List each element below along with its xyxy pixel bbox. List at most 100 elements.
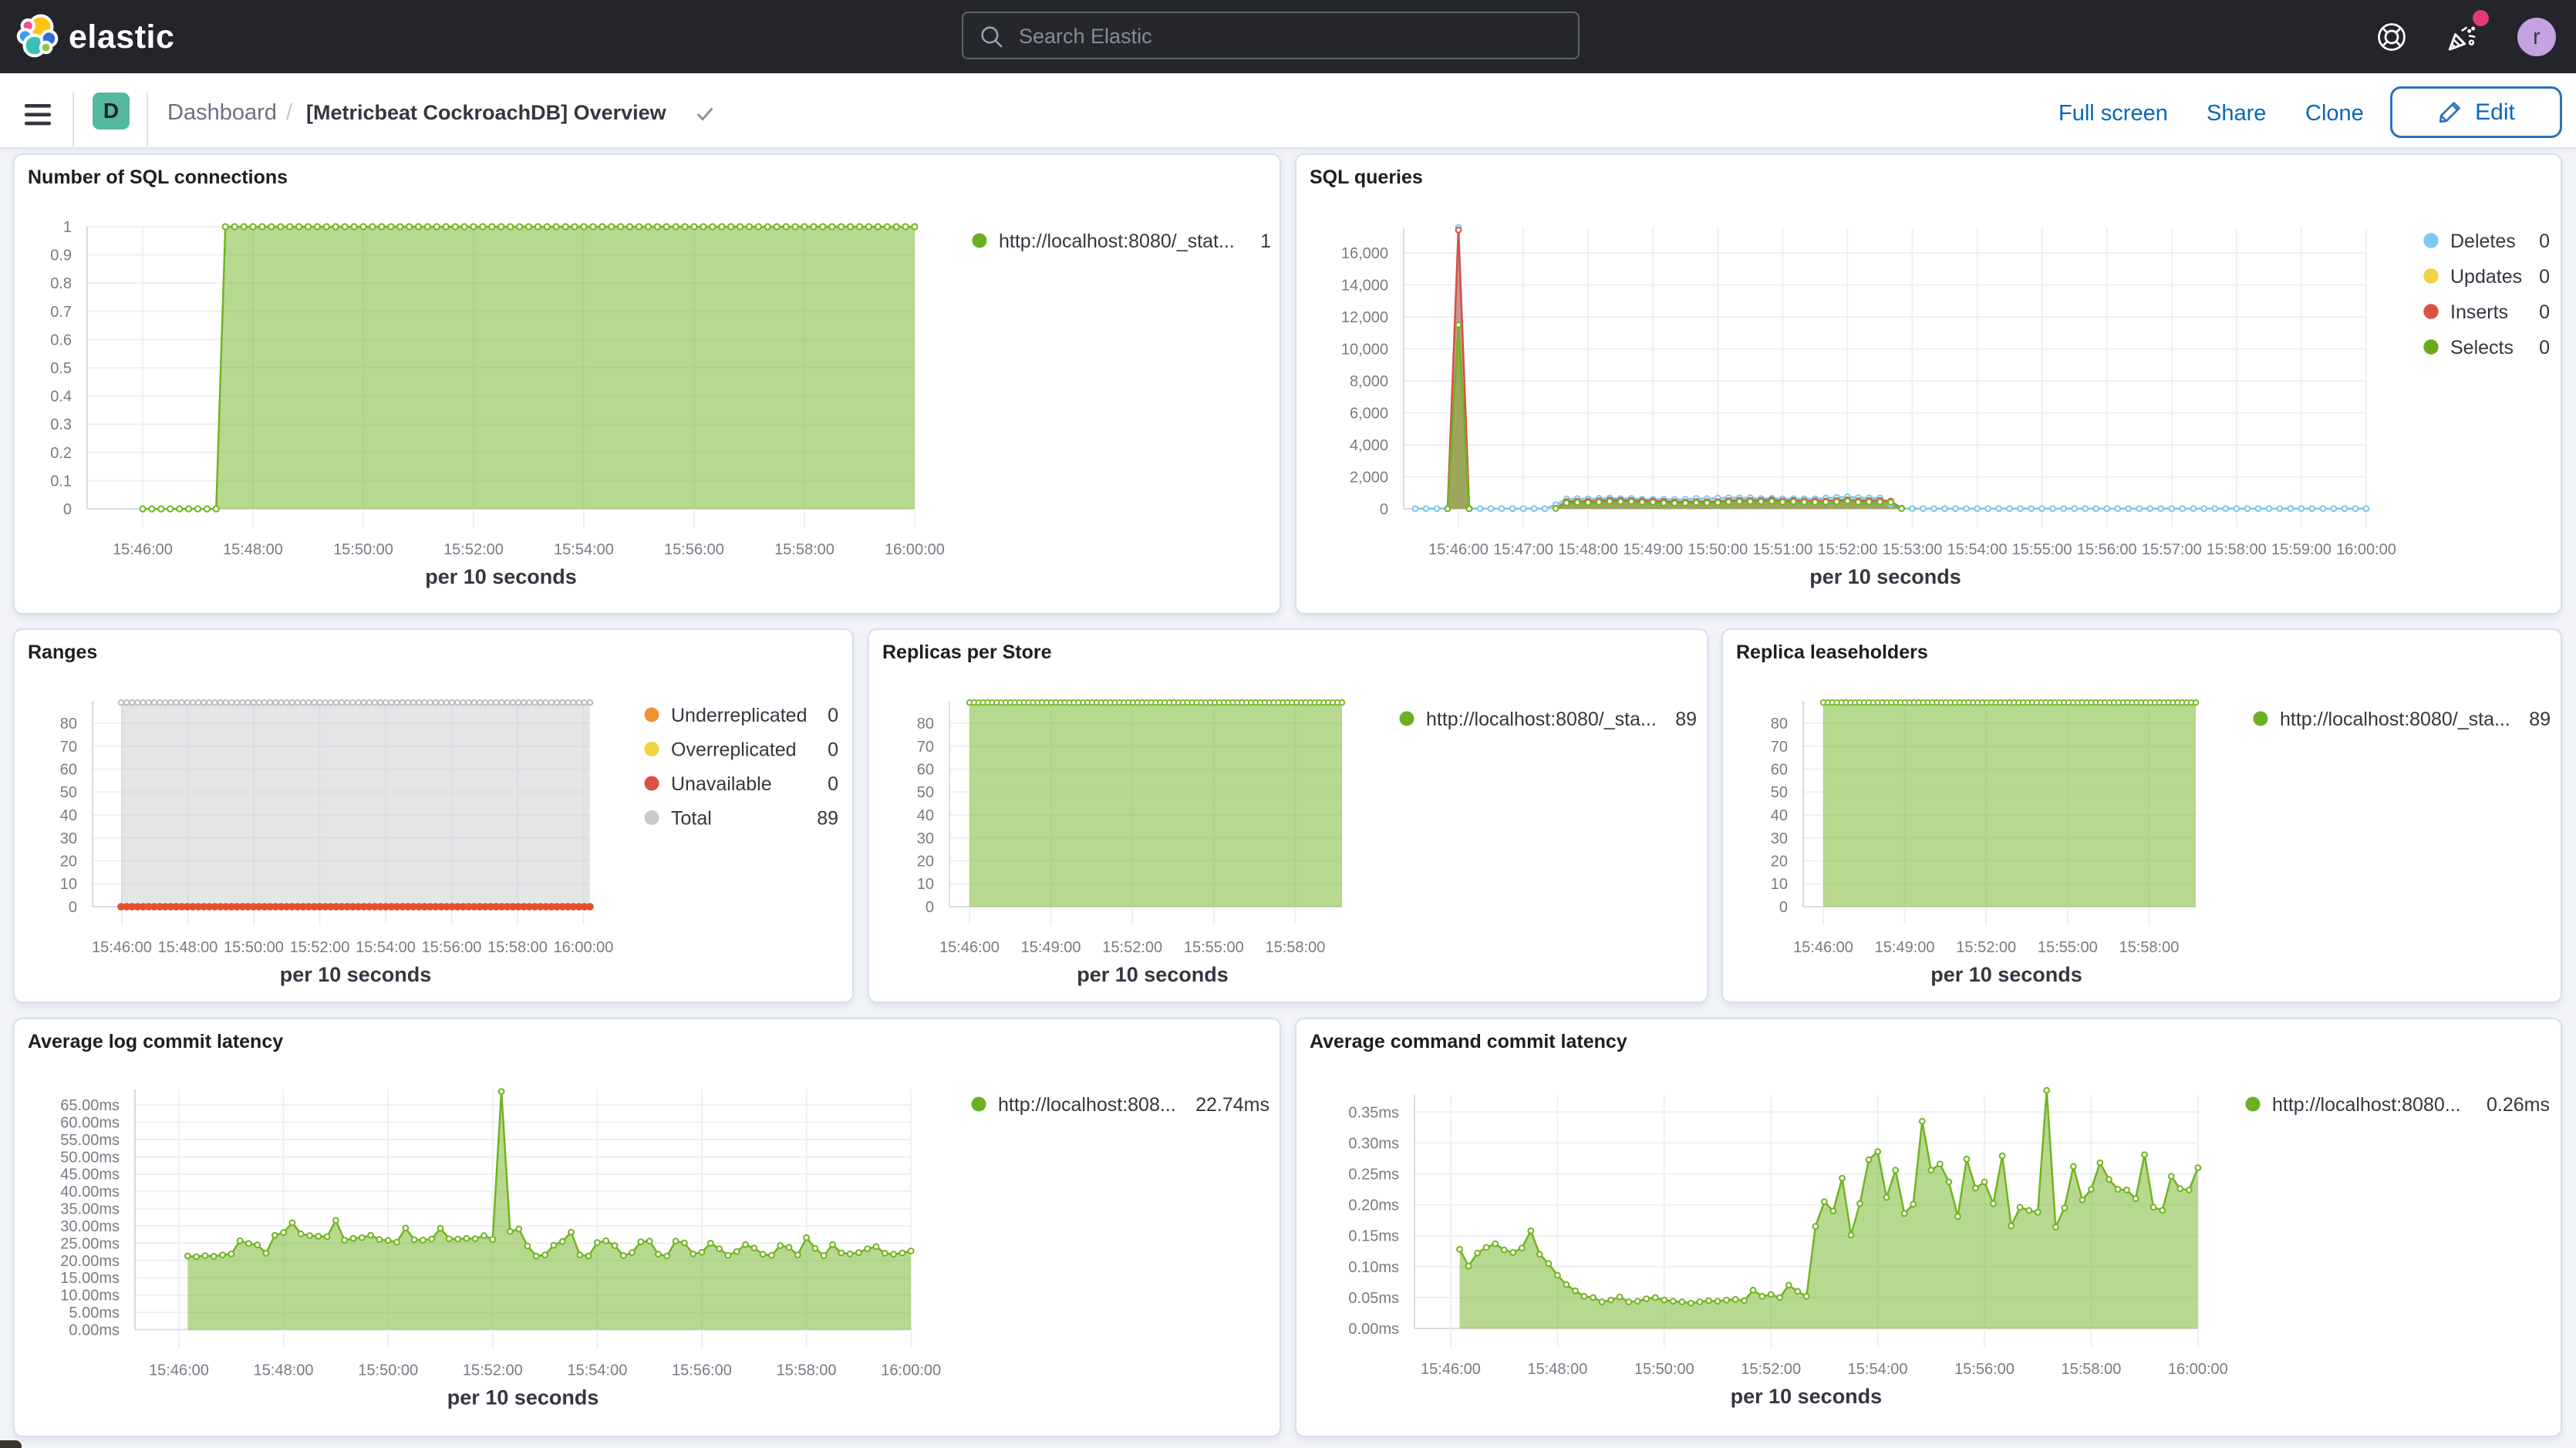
svg-text:0: 0 <box>69 899 77 916</box>
svg-text:Total: Total <box>671 808 712 830</box>
svg-text:16:00:00: 16:00:00 <box>881 1362 941 1379</box>
svg-text:10: 10 <box>917 876 934 893</box>
svg-text:Replicas per Store: Replicas per Store <box>882 641 1052 663</box>
svg-text:0.20ms: 0.20ms <box>1348 1197 1399 1214</box>
svg-text:per 10 seconds: per 10 seconds <box>447 1386 599 1409</box>
svg-text:89: 89 <box>2529 709 2551 730</box>
svg-text:16:00:00: 16:00:00 <box>2168 1361 2228 1378</box>
svg-text:0.30ms: 0.30ms <box>1348 1135 1399 1152</box>
svg-text:6,000: 6,000 <box>1350 406 1388 423</box>
svg-text:15:52:00: 15:52:00 <box>1741 1361 1801 1378</box>
svg-text:15:52:00: 15:52:00 <box>290 939 350 956</box>
svg-text:15:48:00: 15:48:00 <box>254 1362 314 1379</box>
svg-text:15:48:00: 15:48:00 <box>1558 541 1618 558</box>
svg-text:25.00ms: 25.00ms <box>60 1235 120 1252</box>
svg-text:Replica leaseholders: Replica leaseholders <box>1736 641 1928 663</box>
svg-text:1: 1 <box>63 219 72 236</box>
svg-text:15:53:00: 15:53:00 <box>1883 541 1943 558</box>
svg-text:0: 0 <box>1779 899 1788 916</box>
svg-text:65.00ms: 65.00ms <box>60 1097 120 1114</box>
svg-text:15:49:00: 15:49:00 <box>1021 939 1081 956</box>
svg-text:0.4: 0.4 <box>50 389 72 406</box>
svg-text:20.00ms: 20.00ms <box>60 1253 120 1270</box>
svg-text:16:00:00: 16:00:00 <box>2336 541 2396 558</box>
svg-text:89: 89 <box>817 808 838 830</box>
svg-text:0.5: 0.5 <box>50 360 72 377</box>
svg-text:15:52:00: 15:52:00 <box>1817 541 1877 558</box>
svg-text:16,000: 16,000 <box>1341 245 1388 262</box>
svg-text:0.6: 0.6 <box>50 332 72 349</box>
svg-text:20: 20 <box>60 854 77 870</box>
svg-text:0.26ms: 0.26ms <box>2487 1094 2550 1116</box>
svg-text:80: 80 <box>60 716 77 732</box>
svg-text:http://localhost:8080/_sta...: http://localhost:8080/_sta... <box>1426 709 1657 730</box>
svg-text:30.00ms: 30.00ms <box>60 1218 120 1235</box>
svg-text:60.00ms: 60.00ms <box>60 1115 120 1132</box>
svg-text:0.05ms: 0.05ms <box>1348 1290 1399 1307</box>
svg-text:15:56:00: 15:56:00 <box>2077 541 2137 558</box>
svg-text:15:46:00: 15:46:00 <box>1421 1361 1481 1378</box>
svg-text:15:51:00: 15:51:00 <box>1752 541 1812 558</box>
svg-text:20: 20 <box>1771 854 1788 870</box>
svg-text:35.00ms: 35.00ms <box>60 1201 120 1218</box>
svg-text:15:56:00: 15:56:00 <box>1954 1361 2015 1378</box>
svg-text:per 10 seconds: per 10 seconds <box>280 963 432 986</box>
svg-text:per 10 seconds: per 10 seconds <box>1077 963 1229 986</box>
svg-text:15:46:00: 15:46:00 <box>1428 541 1489 558</box>
svg-text:Deletes: Deletes <box>2450 231 2516 252</box>
svg-text:4,000: 4,000 <box>1350 437 1388 454</box>
svg-text:0.8: 0.8 <box>50 275 72 292</box>
svg-text:40.00ms: 40.00ms <box>60 1184 120 1200</box>
svg-text:15:46:00: 15:46:00 <box>939 939 1000 956</box>
svg-text:0.2: 0.2 <box>50 445 72 462</box>
svg-text:SQL queries: SQL queries <box>1310 167 1423 188</box>
svg-text:0: 0 <box>1380 501 1388 518</box>
svg-text:8,000: 8,000 <box>1350 373 1388 390</box>
svg-text:http://localhost:808...: http://localhost:808... <box>998 1094 1176 1116</box>
svg-text:15:48:00: 15:48:00 <box>223 541 283 558</box>
svg-text:40: 40 <box>60 807 77 824</box>
svg-text:40: 40 <box>1771 807 1788 824</box>
svg-text:http://localhost:8080...: http://localhost:8080... <box>2272 1094 2461 1116</box>
svg-text:15:55:00: 15:55:00 <box>1184 939 1244 956</box>
svg-text:Overreplicated: Overreplicated <box>671 739 797 761</box>
svg-text:0.35ms: 0.35ms <box>1348 1104 1399 1121</box>
svg-text:per 10 seconds: per 10 seconds <box>1731 1385 1883 1408</box>
svg-text:15:54:00: 15:54:00 <box>1947 541 2008 558</box>
svg-text:0.15ms: 0.15ms <box>1348 1228 1399 1245</box>
svg-text:0: 0 <box>2539 266 2550 288</box>
svg-text:Unavailable: Unavailable <box>671 773 772 795</box>
svg-text:50.00ms: 50.00ms <box>60 1149 120 1166</box>
svg-text:0: 0 <box>2539 337 2550 359</box>
svg-text:15:47:00: 15:47:00 <box>1493 541 1553 558</box>
svg-text:15:58:00: 15:58:00 <box>2061 1361 2121 1378</box>
svg-text:0: 0 <box>828 739 838 761</box>
svg-text:Updates: Updates <box>2450 266 2522 288</box>
svg-text:0: 0 <box>2539 301 2550 323</box>
svg-text:15:50:00: 15:50:00 <box>333 541 393 558</box>
svg-text:10.00ms: 10.00ms <box>60 1288 120 1305</box>
svg-text:0.00ms: 0.00ms <box>69 1322 120 1339</box>
svg-text:15:52:00: 15:52:00 <box>443 541 504 558</box>
svg-text:0: 0 <box>828 773 838 795</box>
svg-text:15:50:00: 15:50:00 <box>224 939 284 956</box>
svg-text:15:46:00: 15:46:00 <box>149 1362 209 1379</box>
svg-text:30: 30 <box>60 830 77 847</box>
svg-text:15:49:00: 15:49:00 <box>1875 939 1935 956</box>
svg-text:10: 10 <box>60 876 77 893</box>
svg-text:10: 10 <box>1771 876 1788 893</box>
svg-text:50: 50 <box>917 784 934 801</box>
svg-text:2,000: 2,000 <box>1350 470 1388 487</box>
svg-text:15:58:00: 15:58:00 <box>777 1362 837 1379</box>
svg-text:15:52:00: 15:52:00 <box>1102 939 1162 956</box>
svg-text:15:55:00: 15:55:00 <box>2038 939 2098 956</box>
svg-text:0.9: 0.9 <box>50 248 72 264</box>
svg-text:15:56:00: 15:56:00 <box>664 541 724 558</box>
svg-text:0.00ms: 0.00ms <box>1348 1321 1399 1338</box>
svg-text:15:50:00: 15:50:00 <box>358 1362 418 1379</box>
svg-text:1: 1 <box>1260 231 1271 252</box>
svg-text:10,000: 10,000 <box>1341 342 1388 359</box>
svg-text:0: 0 <box>2539 231 2550 252</box>
svg-text:0: 0 <box>63 501 72 518</box>
svg-text:16:00:00: 16:00:00 <box>885 541 945 558</box>
